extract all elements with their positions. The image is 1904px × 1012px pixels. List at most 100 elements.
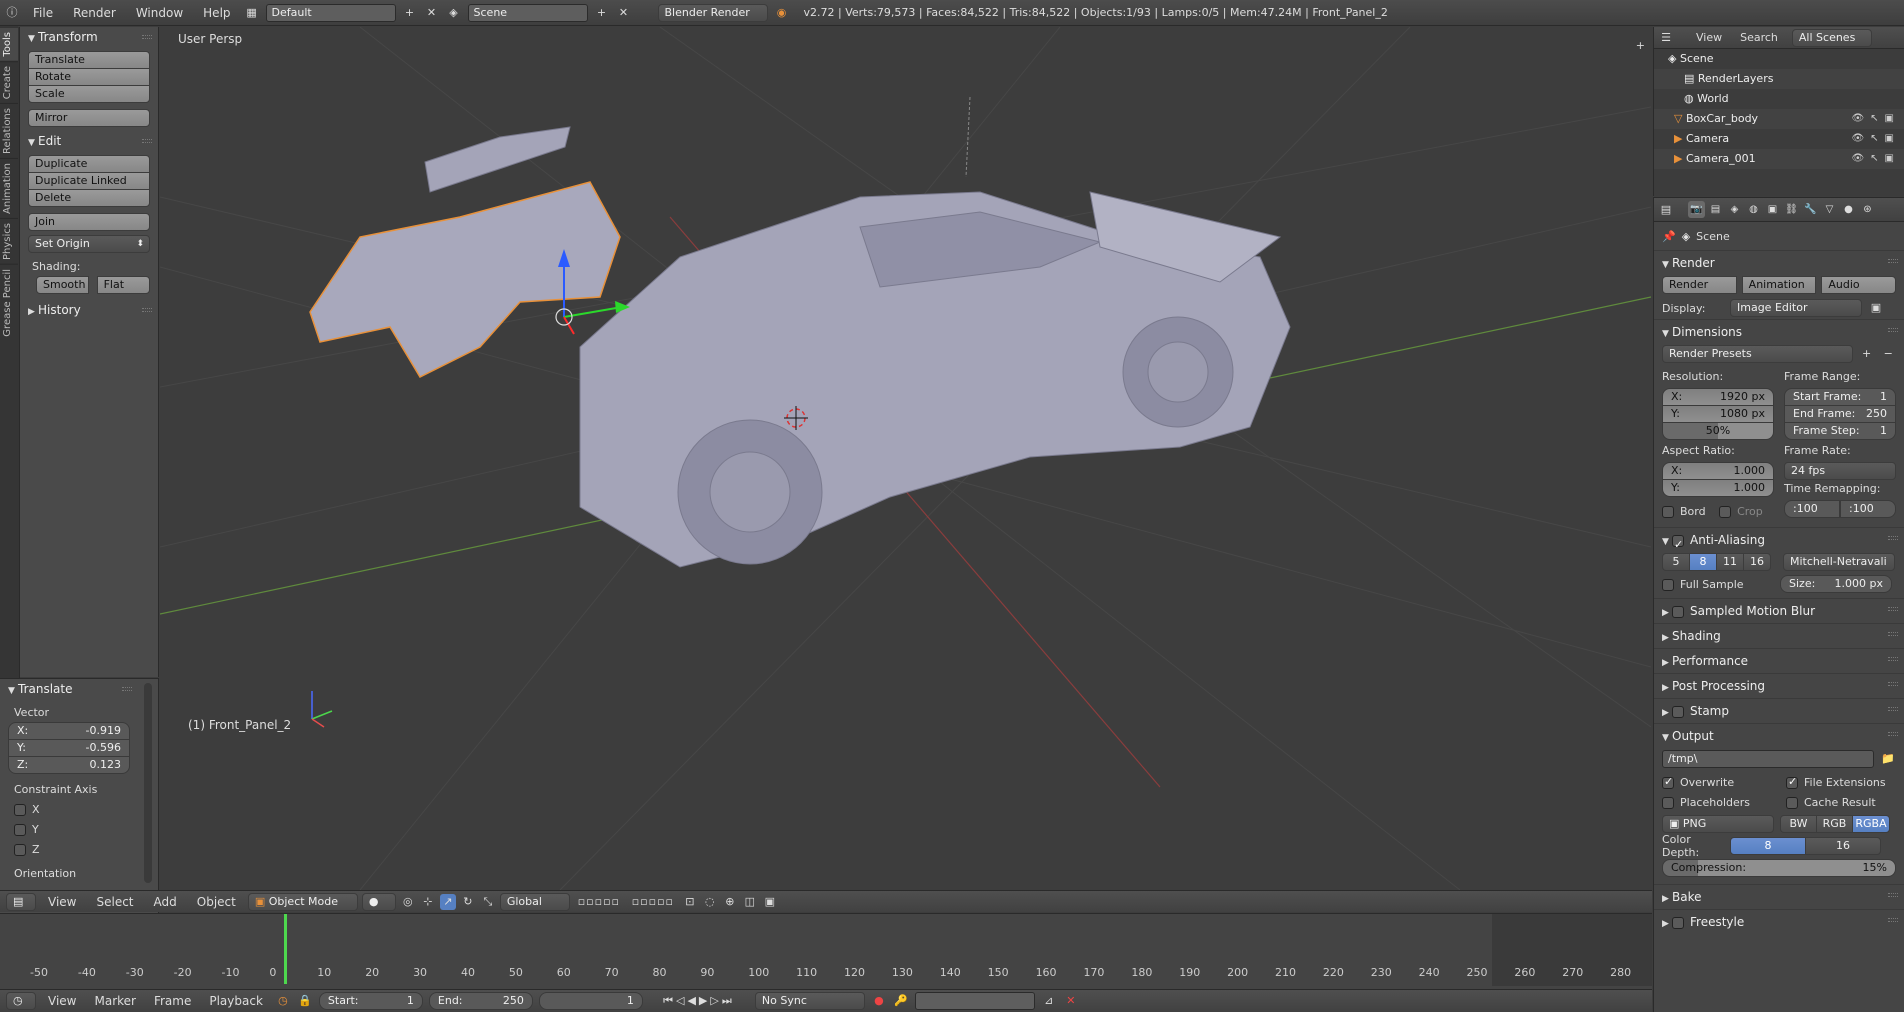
constraint-z-checkbox[interactable] — [14, 844, 26, 856]
end-frame-field[interactable]: End: 250 — [428, 992, 533, 1010]
shading-panel[interactable]: ▶ Shading — [1654, 623, 1904, 648]
keying-set-field[interactable] — [914, 992, 1035, 1010]
scene-field[interactable]: Scene — [467, 3, 588, 22]
history-panel-header[interactable]: ▶ History — [20, 300, 158, 320]
color-depth-16-button[interactable]: 16 — [1805, 837, 1881, 855]
visibility-icons[interactable]: 👁↖▣ — [1851, 109, 1900, 129]
outliner-item-camera[interactable]: ▶ Camera 👁↖▣ — [1654, 129, 1904, 149]
scene-context-icon[interactable]: ◈ — [1726, 201, 1743, 218]
constraint-x-row[interactable]: X — [0, 800, 158, 820]
visibility-icons[interactable]: 👁↖▣ — [1851, 129, 1900, 149]
color-bw-button[interactable]: BW — [1780, 815, 1817, 833]
vector-x-field[interactable]: X: -0.919 — [8, 722, 130, 740]
object-context-icon[interactable]: ▣ — [1764, 201, 1781, 218]
anti-aliasing-panel-header[interactable]: ▼ Anti-Aliasing — [1654, 528, 1904, 557]
drag-grip-icon[interactable] — [122, 687, 132, 691]
render-layers-context-icon[interactable]: ▤ — [1707, 201, 1724, 218]
vector-z-field[interactable]: Z: 0.123 — [8, 756, 130, 774]
set-origin-dropdown[interactable]: Set Origin ⬍ — [28, 235, 150, 253]
tab-animation[interactable]: Animation — [0, 157, 18, 218]
delete-keyframe-icon[interactable]: ✕ — [1063, 993, 1079, 1009]
resolution-y-field[interactable]: Y: 1080 px — [1662, 405, 1774, 423]
3d-viewport[interactable]: User Persp (1) Front_Panel_2 + — [160, 27, 1651, 890]
time-remap-old-field[interactable]: :100 — [1784, 500, 1840, 518]
delete-button[interactable]: Delete — [28, 189, 150, 207]
layers-icon[interactable]: ▫▫▫▫▫ — [574, 894, 624, 910]
post-processing-panel[interactable]: ▶ Post Processing — [1654, 673, 1904, 698]
pivot-point-icon[interactable]: ◎ — [400, 894, 416, 910]
outliner-item-boxcar-body[interactable]: ▽ BoxCar_body 👁↖▣ — [1654, 109, 1904, 129]
screen-layout-icon[interactable]: ▦ — [244, 5, 260, 21]
bake-panel[interactable]: ▶ Bake — [1654, 884, 1904, 909]
pin-icon[interactable]: 📌 — [1662, 230, 1676, 243]
drag-grip-icon[interactable] — [1888, 918, 1898, 922]
edit-panel-header[interactable]: ▼ Edit — [20, 131, 158, 151]
lock-interface-icon[interactable]: ▣ — [1868, 300, 1884, 316]
aspect-x-field[interactable]: X: 1.000 — [1662, 462, 1774, 480]
file-extensions-checkbox[interactable] — [1786, 775, 1798, 789]
editor-type-outliner-icon[interactable]: ☰ — [1658, 30, 1674, 46]
add-scene-icon[interactable]: + — [594, 5, 610, 21]
drag-grip-icon[interactable] — [1888, 328, 1898, 332]
timeline[interactable]: -50 -40 -30 -20 -10 0 10 20 30 40 50 60 70 80 90 100 110… — [0, 913, 1652, 989]
color-depth-8-button[interactable]: 8 — [1730, 837, 1806, 855]
preview-range-icon[interactable]: ◷ — [275, 993, 291, 1009]
color-rgba-button[interactable]: RGBA — [1852, 815, 1890, 833]
animation-button[interactable]: Animation — [1741, 276, 1817, 294]
material-context-icon[interactable]: ● — [1840, 201, 1857, 218]
car-model[interactable] — [579, 191, 1291, 568]
aspect-y-field[interactable]: Y: 1.000 — [1662, 479, 1774, 497]
menu-playback[interactable]: Playback — [203, 994, 269, 1008]
performance-panel[interactable]: ▶ Performance — [1654, 648, 1904, 673]
drag-grip-icon[interactable] — [1888, 732, 1898, 736]
start-frame-field[interactable]: Start: 1 — [318, 992, 423, 1010]
border-checkbox[interactable] — [1662, 506, 1674, 518]
menu-file[interactable]: File — [26, 6, 60, 20]
join-button[interactable]: Join — [28, 213, 150, 231]
mirror-button[interactable]: Mirror — [28, 109, 150, 127]
translate-operator-header[interactable]: ▼ Translate — [0, 679, 158, 699]
menu-add[interactable]: Add — [146, 895, 185, 909]
folder-icon[interactable]: 📁 — [1880, 751, 1896, 767]
aa-samples-8[interactable]: 8 — [1689, 553, 1717, 571]
drag-grip-icon[interactable] — [1888, 893, 1898, 897]
filter-size-field[interactable]: Size: 1.000 px — [1780, 575, 1892, 593]
outliner-item-world[interactable]: ◍ World — [1654, 89, 1904, 109]
lock-layers-icon[interactable]: ⊡ — [682, 894, 698, 910]
layers-icon[interactable]: ▫▫▫▫▫ — [628, 894, 678, 910]
duplicate-button[interactable]: Duplicate — [28, 155, 150, 173]
tab-physics[interactable]: Physics — [0, 217, 18, 264]
frame-step-field[interactable]: Frame Step: 1 — [1784, 422, 1896, 440]
compression-slider[interactable]: Compression: 15% — [1662, 859, 1896, 877]
viewport-shading-select[interactable]: ● — [361, 892, 396, 911]
drag-grip-icon[interactable] — [1888, 682, 1898, 686]
cache-result-checkbox[interactable] — [1786, 796, 1798, 809]
region-toggle-icon[interactable]: + — [1636, 39, 1645, 52]
drag-grip-icon[interactable] — [1888, 536, 1898, 540]
record-icon[interactable]: ● — [871, 993, 887, 1009]
display-select[interactable]: Image Editor — [1730, 299, 1862, 317]
drag-grip-icon[interactable] — [142, 139, 152, 143]
playback-controls-icon[interactable]: ⏮◁◀▶▷⏭ — [649, 993, 749, 1009]
sync-mode-select[interactable]: No Sync — [754, 992, 865, 1010]
manipulator-icon[interactable]: ⊹ — [420, 894, 436, 910]
resolution-x-field[interactable]: X: 1920 px — [1662, 388, 1774, 406]
rotate-manipulator-icon[interactable]: ↻ — [460, 894, 476, 910]
motion-blur-checkbox[interactable] — [1672, 605, 1684, 618]
hood-panel[interactable] — [424, 126, 571, 193]
render-context-icon[interactable]: 📷 — [1688, 201, 1705, 218]
outliner-item-scene[interactable]: ◈ Scene — [1654, 49, 1904, 69]
scene-icon[interactable]: ◈ — [446, 5, 462, 21]
outliner-item-camera-001[interactable]: ▶ Camera_001 👁↖▣ — [1654, 149, 1904, 169]
aa-filter-select[interactable]: Mitchell-Netravali — [1783, 553, 1895, 571]
menu-view[interactable]: View — [42, 994, 82, 1008]
flat-button[interactable]: Flat — [96, 276, 150, 294]
duplicate-linked-button[interactable]: Duplicate Linked — [28, 172, 150, 190]
keying-set-icon[interactable]: 🔑 — [893, 993, 909, 1009]
stamp-panel[interactable]: ▶ Stamp — [1654, 698, 1904, 723]
render-animation-icon[interactable]: ▣ — [762, 894, 778, 910]
freestyle-panel[interactable]: ▶ Freestyle — [1654, 909, 1904, 934]
remove-layout-icon[interactable]: ✕ — [424, 5, 440, 21]
editor-type-properties-icon[interactable]: ▤ — [1658, 202, 1674, 218]
output-panel-header[interactable]: ▼ Output — [1654, 724, 1904, 748]
